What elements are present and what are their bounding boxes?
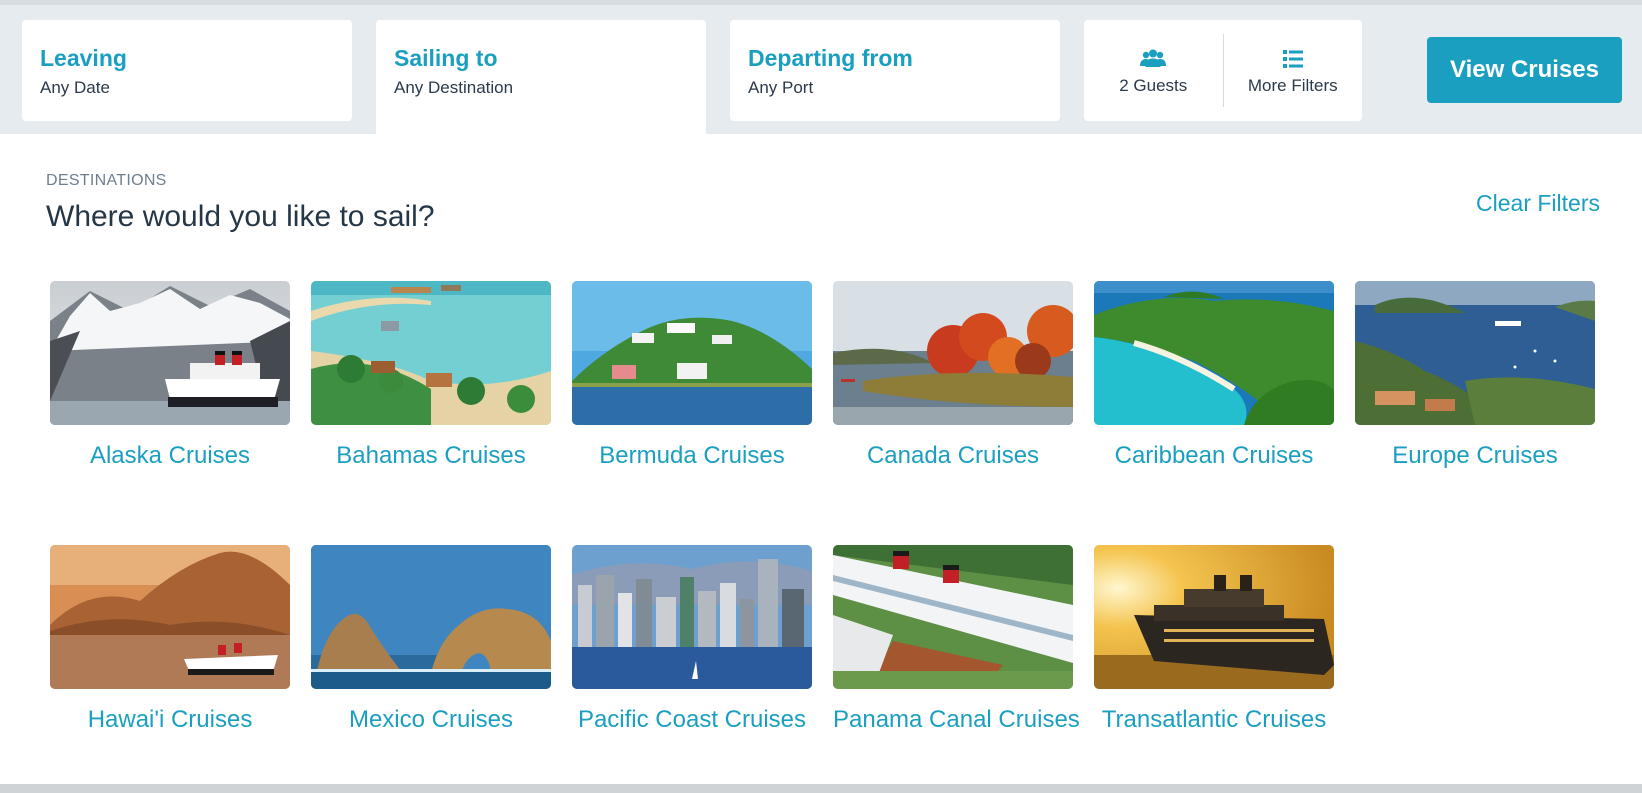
search-filter-bar: Leaving Any Date Sailing to Any Destinat… bbox=[0, 0, 1642, 140]
destination-label: Hawai'i Cruises bbox=[87, 706, 253, 733]
sailing-to-filter[interactable]: Sailing to Any Destination bbox=[376, 20, 706, 140]
destination-canada[interactable]: Canada Cruises bbox=[833, 281, 1073, 481]
destination-label: Caribbean Cruises bbox=[1114, 442, 1314, 469]
pacific-coast-image bbox=[572, 545, 812, 689]
destination-hawaii[interactable]: Hawai'i Cruises bbox=[50, 545, 290, 745]
page-title: Where would you like to sail? bbox=[46, 200, 435, 233]
destination-label: Bahamas Cruises bbox=[336, 442, 526, 469]
leaving-value: Any Date bbox=[40, 78, 110, 97]
destination-caribbean[interactable]: Caribbean Cruises bbox=[1094, 281, 1334, 481]
list-icon bbox=[1282, 49, 1303, 68]
destination-label: Mexico Cruises bbox=[348, 706, 514, 733]
bermuda-image bbox=[572, 281, 812, 425]
bottom-divider bbox=[0, 784, 1642, 793]
destination-bermuda[interactable]: Bermuda Cruises bbox=[572, 281, 812, 481]
more-filters-label: More Filters bbox=[1247, 75, 1338, 95]
destination-transatlantic[interactable]: Transatlantic Cruises bbox=[1094, 545, 1334, 745]
canada-image bbox=[833, 281, 1073, 425]
destination-label: Bermuda Cruises bbox=[599, 442, 785, 469]
destination-europe[interactable]: Europe Cruises bbox=[1355, 281, 1595, 481]
destination-alaska[interactable]: Alaska Cruises bbox=[50, 281, 290, 481]
destination-label: Transatlantic Cruises bbox=[1101, 706, 1327, 733]
panama-canal-image bbox=[833, 545, 1073, 689]
clear-filters-link[interactable]: Clear Filters bbox=[1440, 190, 1600, 217]
destination-label: Pacific Coast Cruises bbox=[577, 706, 807, 733]
leaving-title: Leaving bbox=[40, 45, 127, 71]
destination-label: Europe Cruises bbox=[1392, 442, 1558, 469]
alaska-image bbox=[50, 281, 290, 425]
more-filters-button[interactable]: More Filters bbox=[1224, 20, 1363, 121]
hawaii-image bbox=[50, 545, 290, 689]
departing-from-filter[interactable]: Departing from Any Port bbox=[730, 20, 1060, 121]
sailing-to-title: Sailing to bbox=[394, 45, 498, 71]
destination-label: Alaska Cruises bbox=[89, 442, 251, 469]
europe-image bbox=[1355, 281, 1595, 425]
mexico-image bbox=[311, 545, 551, 689]
transatlantic-image bbox=[1094, 545, 1334, 689]
caribbean-image bbox=[1094, 281, 1334, 425]
guests-label: 2 Guests bbox=[1119, 75, 1188, 95]
section-kicker: DESTINATIONS bbox=[46, 172, 167, 189]
sailing-to-value: Any Destination bbox=[394, 78, 514, 97]
destination-label: Panama Canal Cruises bbox=[833, 706, 1080, 733]
view-cruises-button[interactable]: View Cruises bbox=[1427, 37, 1622, 103]
guests-button[interactable]: 2 Guests bbox=[1084, 20, 1223, 121]
guests-icon bbox=[1140, 49, 1167, 67]
departing-from-value: Any Port bbox=[748, 78, 814, 97]
destination-label: Canada Cruises bbox=[866, 442, 1040, 469]
leaving-filter[interactable]: Leaving Any Date bbox=[22, 20, 352, 121]
destination-mexico[interactable]: Mexico Cruises bbox=[311, 545, 551, 745]
destination-panama-canal[interactable]: Panama Canal Cruises bbox=[833, 545, 1080, 745]
bahamas-image bbox=[311, 281, 551, 425]
destination-pacific-coast[interactable]: Pacific Coast Cruises bbox=[572, 545, 812, 745]
guests-and-filters-card: 2 Guests More Filters bbox=[1084, 20, 1362, 121]
destination-bahamas[interactable]: Bahamas Cruises bbox=[311, 281, 551, 481]
departing-from-title: Departing from bbox=[748, 45, 913, 71]
